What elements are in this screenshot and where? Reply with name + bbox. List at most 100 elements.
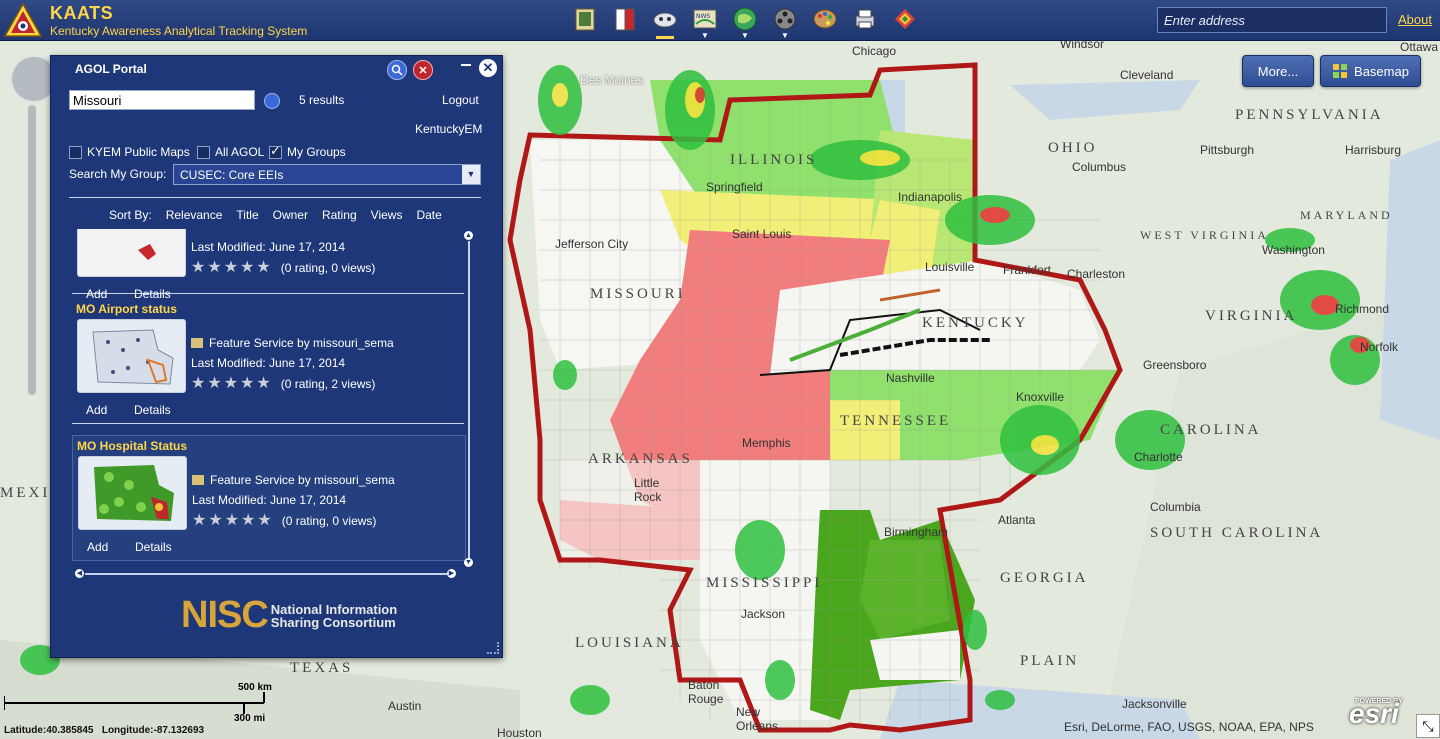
result-title[interactable]: MO Airport status: [76, 302, 177, 316]
star-icon[interactable]: ★: [224, 260, 238, 276]
latitude-readout: Latitude:40.385845: [4, 725, 94, 736]
star-icon[interactable]: ★: [207, 260, 221, 276]
checkbox-box[interactable]: [69, 145, 82, 159]
layers-icon[interactable]: [890, 4, 920, 34]
scroll-track[interactable]: [85, 573, 447, 575]
printer-icon[interactable]: [850, 4, 880, 34]
label-pennsylvania: PENNSYLVANIA: [1235, 107, 1384, 123]
label-illinois: ILLINOIS: [730, 152, 818, 168]
star-icon[interactable]: ★: [225, 513, 239, 529]
result-type-text: Feature Service by missouri_sema: [209, 336, 394, 350]
notebook-icon[interactable]: [570, 4, 600, 34]
sort-views[interactable]: Views: [371, 208, 403, 222]
sort-date[interactable]: Date: [416, 208, 441, 222]
label-tennessee: TENNESSEE: [840, 413, 952, 429]
weather-radar-icon[interactable]: NWS ▼: [690, 4, 720, 40]
city-austin: Austin: [388, 699, 422, 713]
result-thumbnail[interactable]: [77, 319, 186, 393]
star-icon[interactable]: ★: [207, 376, 221, 392]
scroll-left-icon[interactable]: ◀: [75, 569, 84, 578]
star-icon[interactable]: ★: [257, 513, 271, 529]
details-button[interactable]: Details: [134, 403, 171, 417]
checkbox-all-agol[interactable]: All AGOL: [197, 145, 264, 159]
star-icon[interactable]: ★: [240, 376, 254, 392]
label-georgia: GEORGIA: [1000, 570, 1089, 586]
svg-text:NWS: NWS: [696, 13, 710, 20]
sort-bar: Sort By: Relevance Title Owner Rating Vi…: [109, 208, 442, 222]
feature-service-icon: [191, 338, 203, 348]
chevron-down-icon[interactable]: ▼: [462, 165, 480, 184]
group-label: Search My Group:: [69, 167, 167, 181]
toolbar: NWS ▼ ▼ ▼: [570, 4, 920, 40]
city-little-rock: Little Rock: [634, 476, 662, 504]
more-button[interactable]: More...: [1242, 55, 1314, 87]
cloud-icon[interactable]: [650, 4, 680, 39]
zoom-slider[interactable]: [28, 105, 36, 395]
group-select[interactable]: CUSEC: Core EEIs ▼: [173, 164, 481, 185]
book-icon[interactable]: [610, 4, 640, 34]
city-richmond: Richmond: [1335, 302, 1390, 316]
label-virginia: VIRGINIA: [1205, 308, 1298, 324]
star-icon[interactable]: ★: [224, 376, 238, 392]
city-pittsburgh: Pittsburgh: [1200, 143, 1255, 157]
vertical-scrollbar[interactable]: ▲ ▼: [464, 231, 474, 569]
add-button[interactable]: Add: [87, 540, 108, 554]
result-thumbnail[interactable]: [77, 229, 186, 277]
city-greensboro: Greensboro: [1143, 358, 1207, 372]
sort-title[interactable]: Title: [236, 208, 258, 222]
minimize-icon[interactable]: [461, 64, 471, 66]
address-search-input[interactable]: [1157, 7, 1387, 33]
label-louisiana: LOUISIANA: [575, 635, 684, 651]
palette-icon[interactable]: [810, 4, 840, 34]
resize-grip-icon[interactable]: [487, 642, 499, 654]
checkbox-box-checked[interactable]: [269, 143, 282, 159]
city-harrisburg: Harrisburg: [1345, 143, 1402, 157]
basemap-button-label: Basemap: [1354, 63, 1409, 79]
scroll-track[interactable]: [468, 241, 470, 559]
label-kentucky: KENTUCKY: [922, 315, 1029, 331]
expand-icon[interactable]: ⤡: [1416, 714, 1440, 738]
map-navigation-control[interactable]: [10, 55, 58, 395]
sort-rating[interactable]: Rating: [322, 208, 357, 222]
basemap-button[interactable]: Basemap: [1320, 55, 1421, 87]
details-button[interactable]: Details: [135, 540, 172, 554]
label-carolina: CAROLINA: [1160, 422, 1262, 438]
scroll-down-icon[interactable]: ▼: [464, 558, 473, 567]
panel-clear-icon[interactable]: ✕: [413, 60, 433, 80]
sort-relevance[interactable]: Relevance: [166, 208, 223, 222]
checkbox-kyem-public-maps[interactable]: KYEM Public Maps: [69, 145, 190, 159]
logout-link[interactable]: Logout: [442, 93, 479, 107]
portal-search-input[interactable]: [69, 90, 255, 110]
result-title[interactable]: MO Hospital Status: [77, 439, 187, 453]
close-icon[interactable]: ✕: [479, 59, 497, 77]
star-icon[interactable]: ★: [191, 260, 205, 276]
city-new-orleans: New Orleans: [736, 705, 779, 733]
film-reel-icon[interactable]: ▼: [770, 4, 800, 40]
checkbox-box[interactable]: [197, 145, 210, 159]
city-ottawa: Ottawa: [1400, 40, 1439, 54]
star-icon[interactable]: ★: [256, 376, 270, 392]
star-icon[interactable]: ★: [208, 513, 222, 529]
search-go-icon[interactable]: [264, 93, 280, 109]
star-icon[interactable]: ★: [256, 260, 270, 276]
results-list[interactable]: Last Modified: June 17, 2014 ★ ★ ★ ★ ★ (0 ra…: [69, 229, 477, 569]
star-icon[interactable]: ★: [241, 513, 255, 529]
star-icon[interactable]: ★: [192, 513, 206, 529]
checkbox-my-groups[interactable]: My Groups: [269, 143, 346, 159]
city-jacksonville: Jacksonville: [1122, 697, 1187, 711]
star-icon[interactable]: ★: [240, 260, 254, 276]
result-type-text: Feature Service by missouri_sema: [210, 473, 395, 487]
scroll-right-icon[interactable]: ▶: [447, 569, 456, 578]
add-button[interactable]: Add: [86, 403, 107, 417]
result-rating: ★ ★ ★ ★ ★ (0 rating, 2 views): [191, 376, 375, 392]
globe-icon[interactable]: ▼: [730, 4, 760, 40]
horizontal-scrollbar[interactable]: ◀ ▶: [75, 569, 457, 579]
about-link[interactable]: About: [1398, 12, 1432, 27]
result-thumbnail[interactable]: [78, 456, 187, 530]
nisc-logo-text: National Information Sharing Consortium: [271, 603, 397, 629]
star-icon[interactable]: ★: [191, 376, 205, 392]
sort-owner[interactable]: Owner: [273, 208, 308, 222]
scroll-up-icon[interactable]: ▲: [464, 231, 473, 240]
panel-search-icon[interactable]: [387, 60, 407, 80]
rating-text: (0 rating, 2 views): [280, 377, 376, 391]
